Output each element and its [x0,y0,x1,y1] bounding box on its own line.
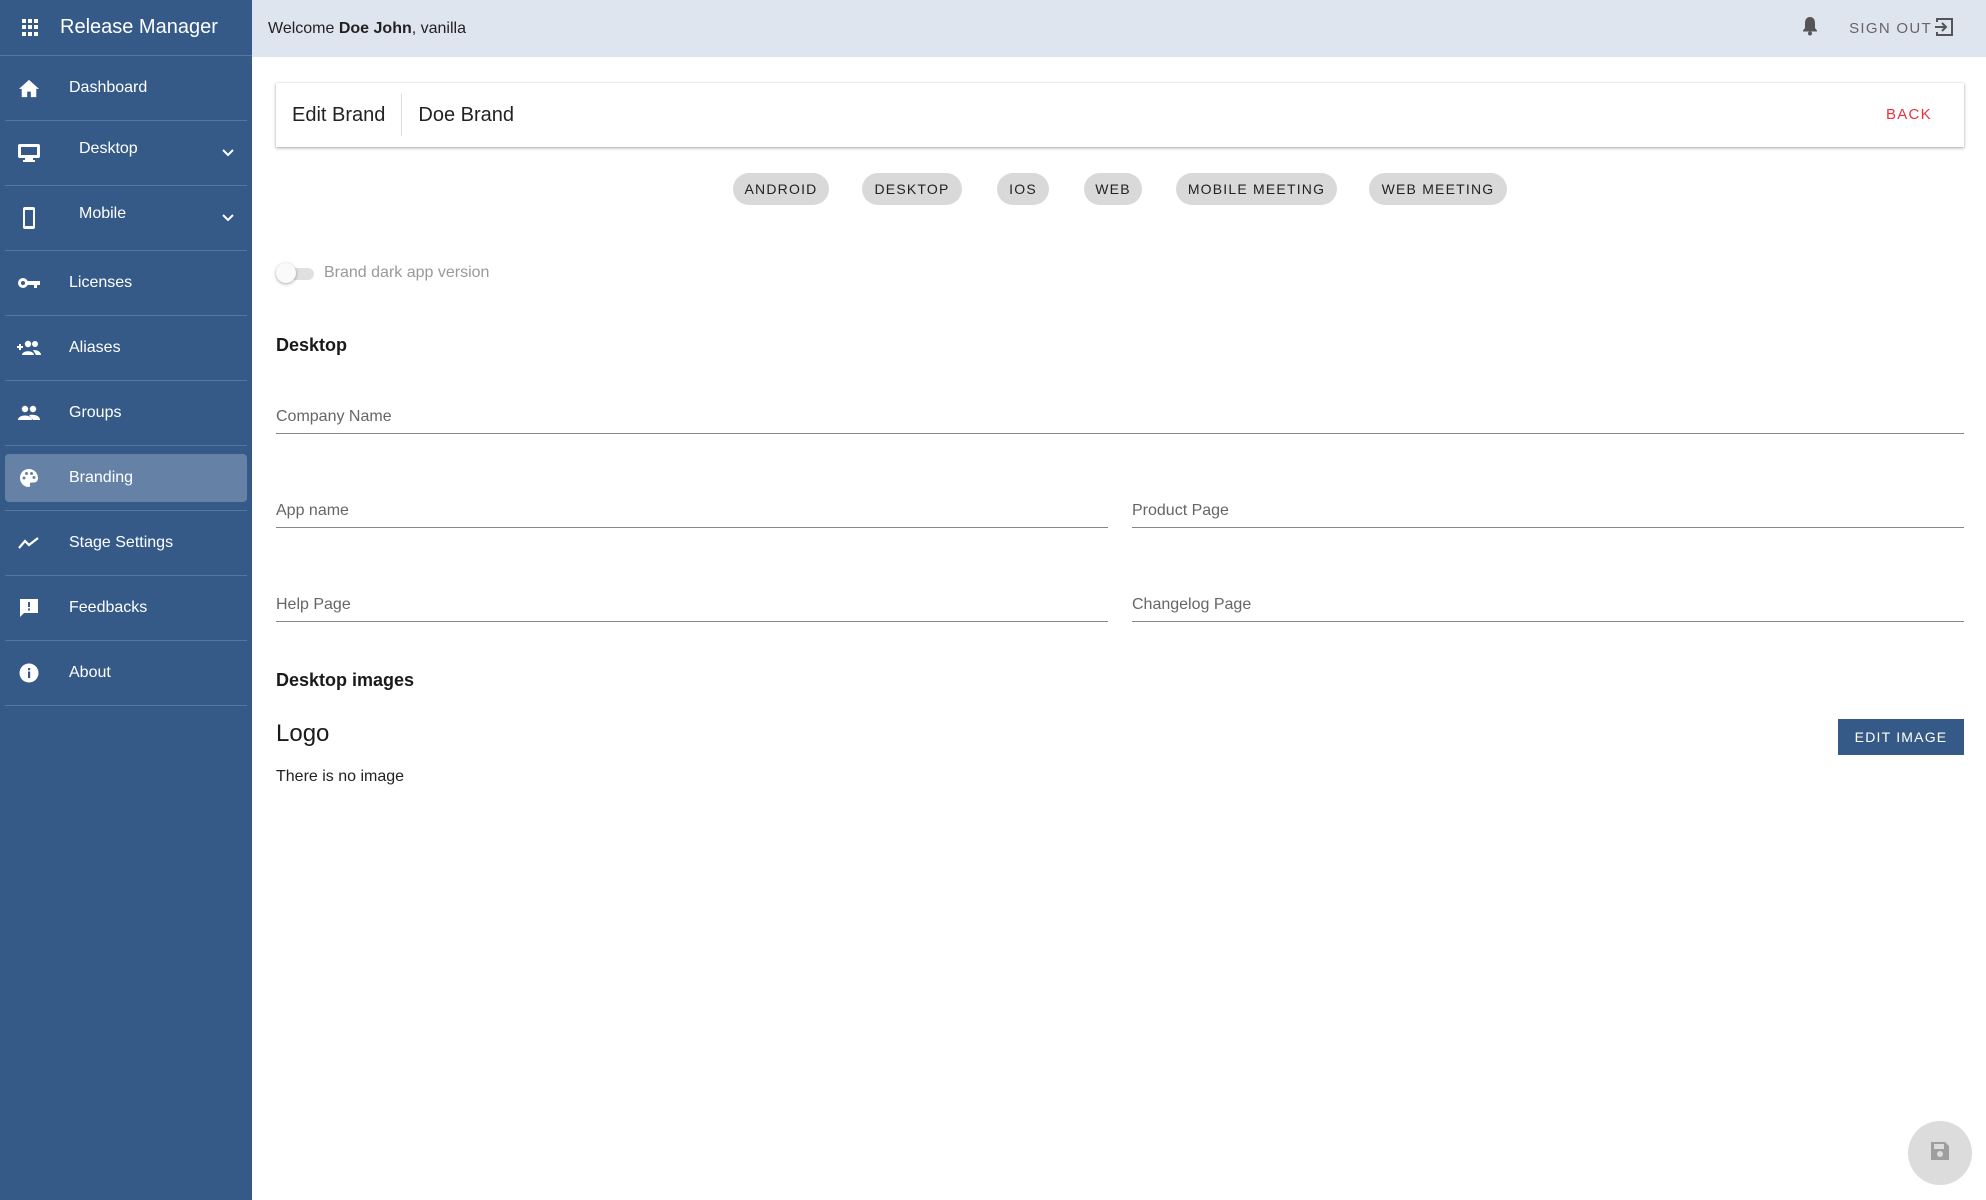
sidebar-item-branding[interactable]: Branding [5,446,247,511]
sign-out-button[interactable]: SIGN OUT [1849,17,1954,41]
company-name-input[interactable] [276,407,1964,431]
company-name-field[interactable]: Company Name [276,396,1964,434]
sidebar-item-feedbacks[interactable]: Feedbacks [5,576,247,641]
app-title: Release Manager [60,16,218,38]
app-name-input[interactable] [276,501,1108,525]
chip-web-meeting[interactable]: WEB MEETING [1369,173,1507,205]
sidebar-item-aliases[interactable]: Aliases [5,316,247,381]
dark-version-switch[interactable] [276,262,314,284]
key-icon [9,276,49,290]
info-icon [9,663,49,683]
sidebar-item-groups[interactable]: Groups [5,381,247,446]
topbar-actions: SIGN OUT [1801,0,1954,57]
changelog-page-input[interactable] [1132,595,1964,619]
sidebar-item-label: Groups [69,404,122,421]
save-icon [1929,1140,1951,1167]
sidebar-item-label: Aliases [69,339,121,356]
sidebar-item-about[interactable]: About [5,641,247,706]
sidebar-item-label: Dashboard [69,79,148,96]
feedback-icon [9,598,49,618]
sidebar-item-stage-settings[interactable]: Stage Settings [5,511,247,576]
chevron-down-icon[interactable] [221,145,235,163]
user-name: Doe John [338,19,412,37]
home-icon [9,78,49,98]
brand-name: Doe Brand [418,103,515,126]
apps-grid-icon[interactable] [22,18,40,37]
sidebar-item-licenses[interactable]: Licenses [5,251,247,316]
desktop-section-heading: Desktop [276,335,348,355]
chip-android[interactable]: ANDROID [733,173,829,205]
no-image-text: There is no image [276,768,405,785]
sidebar-item-label: Mobile [79,205,127,222]
bell-icon[interactable] [1801,16,1819,41]
welcome-suffix: , vanilla [411,19,466,37]
top-bar: Welcome Doe John, vanilla SIGN OUT [252,0,1986,57]
edit-brand-header: Edit Brand Doe Brand BACK [276,83,1964,147]
palette-icon [9,468,49,488]
dark-version-label: Brand dark app version [324,264,490,281]
save-button[interactable] [1908,1121,1972,1185]
exit-icon [1932,17,1954,41]
app-brand: Release Manager [0,0,252,56]
sidebar-item-label: Branding [69,469,134,486]
switch-thumb [276,263,296,283]
help-page-field[interactable]: Help Page [276,584,1108,622]
chip-desktop[interactable]: DESKTOP [862,173,962,205]
help-page-input[interactable] [276,595,1108,619]
back-button[interactable]: BACK [1886,83,1932,147]
product-page-input[interactable] [1132,501,1964,525]
sidebar-item-label: Licenses [69,274,133,291]
sidebar-item-label: Feedbacks [69,599,148,616]
sidebar: Release Manager Dashboard Desktop Mobile… [0,0,252,1200]
welcome-prefix: Welcome [268,19,339,37]
sidebar-item-label: Desktop [79,140,138,157]
sidebar-item-label: About [69,664,111,681]
page-title: Edit Brand [276,94,403,136]
changelog-page-field[interactable]: Changelog Page [1132,584,1964,622]
sidebar-item-mobile[interactable]: Mobile [5,186,247,251]
sidebar-nav: Dashboard Desktop Mobile Licenses Aliase… [0,56,252,706]
chip-web[interactable]: WEB [1084,173,1142,205]
desktop-images-heading: Desktop images [276,670,415,690]
mobile-icon [9,206,49,230]
logo-title: Logo [276,720,330,747]
edit-image-button[interactable]: EDIT IMAGE [1838,719,1964,755]
chip-ios[interactable]: IOS [997,173,1049,205]
people-icon [9,405,49,421]
sidebar-item-label: Stage Settings [69,534,174,551]
sidebar-item-desktop[interactable]: Desktop [5,121,247,186]
product-page-field[interactable]: Product Page [1132,490,1964,528]
dark-version-toggle-row: Brand dark app version [276,262,489,284]
chevron-down-icon[interactable] [221,210,235,228]
sign-out-label: SIGN OUT [1849,20,1932,37]
desktop-icon [9,142,49,164]
app-name-field[interactable]: App name [276,490,1108,528]
trending-icon [9,536,49,550]
welcome-message: Welcome Doe John, vanilla [268,20,466,38]
sidebar-item-dashboard[interactable]: Dashboard [5,56,247,121]
add-group-icon [9,340,49,356]
chip-mobile-meeting[interactable]: MOBILE MEETING [1176,173,1337,205]
